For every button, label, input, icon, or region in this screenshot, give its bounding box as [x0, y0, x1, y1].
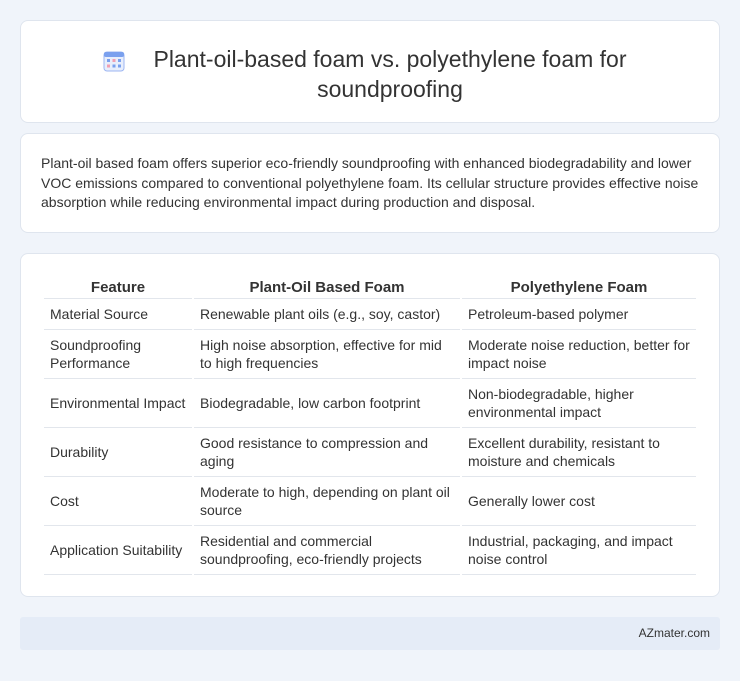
table-header-row: Feature Plant-Oil Based Foam Polyethylen…: [44, 274, 696, 299]
plant-oil-cell: Residential and commercial soundproofing…: [194, 526, 460, 575]
header-feature: Feature: [44, 274, 192, 299]
summary-card: Plant-oil based foam offers superior eco…: [20, 133, 720, 233]
table-row: Soundproofing Performance High noise abs…: [44, 330, 696, 379]
header-plant-oil-foam: Plant-Oil Based Foam: [194, 274, 460, 299]
footer-site-link[interactable]: AZmater.com: [639, 626, 710, 640]
polyethylene-cell: Industrial, packaging, and impact noise …: [462, 526, 696, 575]
comparison-table-card: Feature Plant-Oil Based Foam Polyethylen…: [20, 253, 720, 597]
plant-oil-cell: Renewable plant oils (e.g., soy, castor): [194, 299, 460, 330]
feature-cell: Environmental Impact: [44, 379, 192, 428]
polyethylene-cell: Non-biodegradable, higher environmental …: [462, 379, 696, 428]
title-wrap: Plant-oil-based foam vs. polyethylene fo…: [21, 44, 719, 104]
feature-cell: Cost: [44, 477, 192, 526]
plant-oil-cell: Moderate to high, depending on plant oil…: [194, 477, 460, 526]
table-row: Application Suitability Residential and …: [44, 526, 696, 575]
table-row: Environmental Impact Biodegradable, low …: [44, 379, 696, 428]
polyethylene-cell: Generally lower cost: [462, 477, 696, 526]
polyethylene-cell: Petroleum-based polymer: [462, 299, 696, 330]
plant-oil-cell: Good resistance to compression and aging: [194, 428, 460, 477]
footer-bar: AZmater.com: [20, 617, 720, 650]
feature-cell: Soundproofing Performance: [44, 330, 192, 379]
summary-text: Plant-oil based foam offers superior eco…: [41, 155, 699, 210]
table-row: Cost Moderate to high, depending on plan…: [44, 477, 696, 526]
feature-cell: Material Source: [44, 299, 192, 330]
plant-oil-cell: High noise absorption, effective for mid…: [194, 330, 460, 379]
page-title: Plant-oil-based foam vs. polyethylene fo…: [153, 46, 627, 102]
comparison-table: Feature Plant-Oil Based Foam Polyethylen…: [42, 274, 698, 575]
feature-cell: Durability: [44, 428, 192, 477]
header-polyethylene-foam: Polyethylene Foam: [462, 274, 696, 299]
table-row: Durability Good resistance to compressio…: [44, 428, 696, 477]
feature-cell: Application Suitability: [44, 526, 192, 575]
calendar-grid-icon: [103, 51, 125, 72]
polyethylene-cell: Moderate noise reduction, better for imp…: [462, 330, 696, 379]
plant-oil-cell: Biodegradable, low carbon footprint: [194, 379, 460, 428]
title-card: Plant-oil-based foam vs. polyethylene fo…: [20, 20, 720, 123]
table-row: Material Source Renewable plant oils (e.…: [44, 299, 696, 330]
polyethylene-cell: Excellent durability, resistant to moist…: [462, 428, 696, 477]
